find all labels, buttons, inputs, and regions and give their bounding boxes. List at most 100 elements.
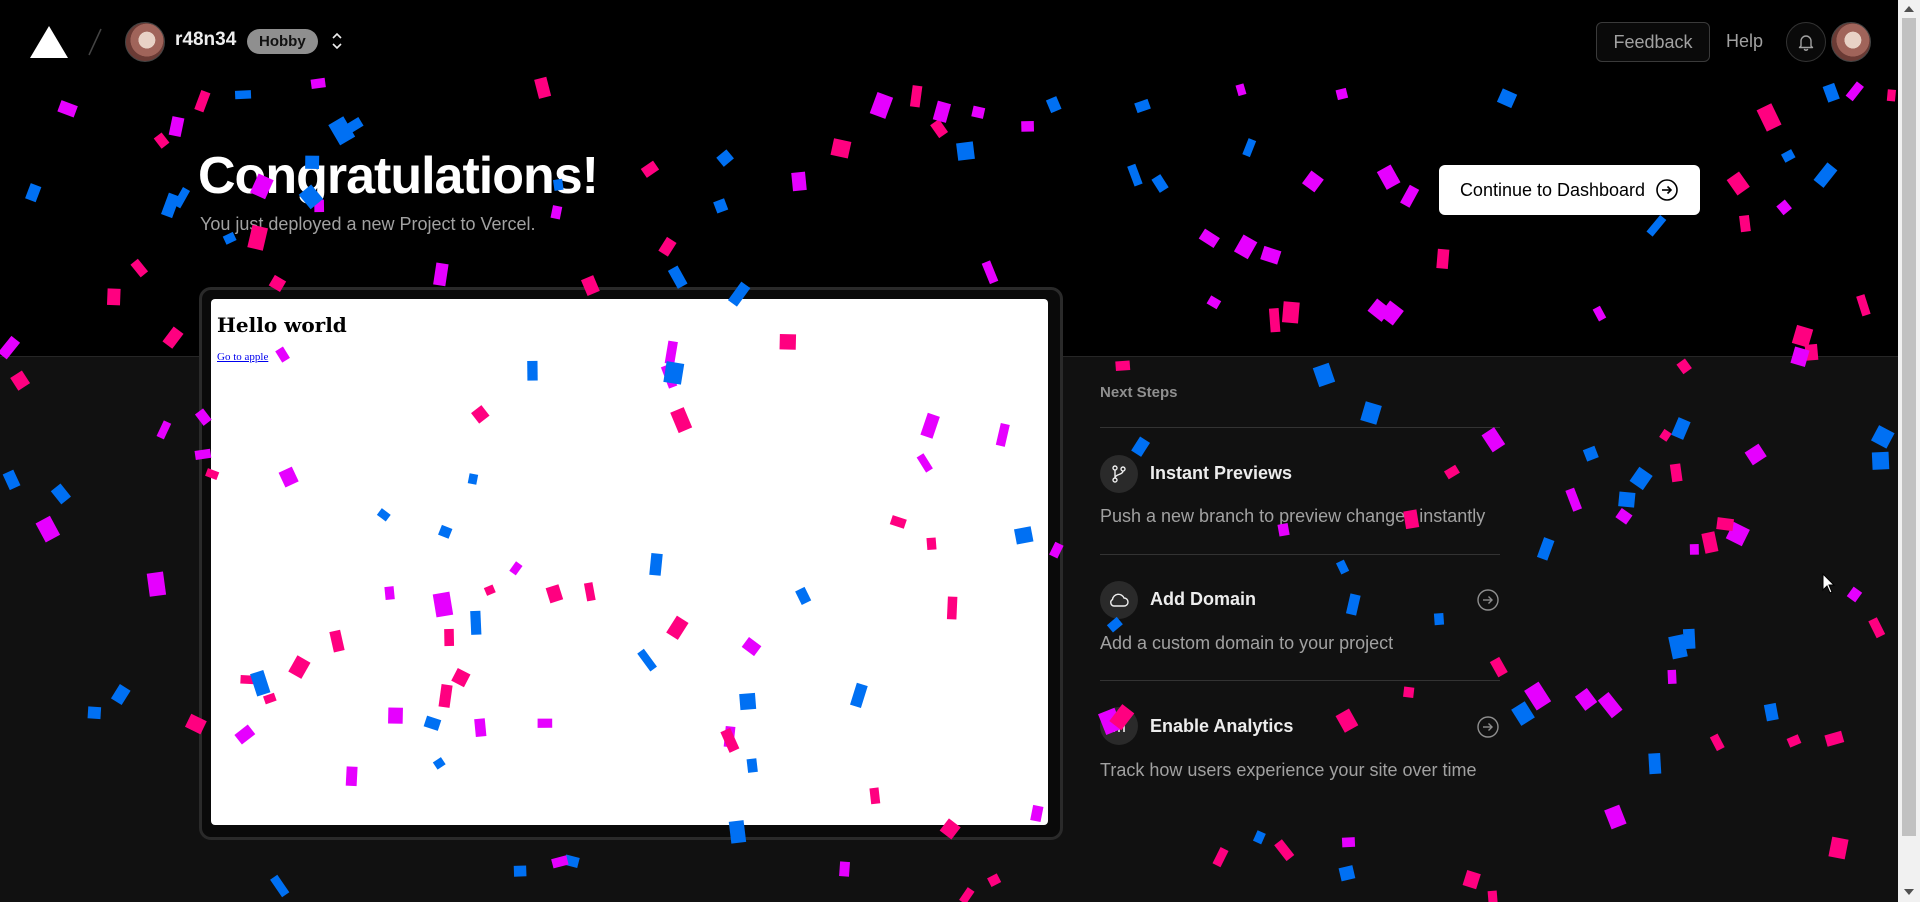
confetti-piece [1648, 752, 1662, 775]
confetti-piece [1462, 870, 1481, 890]
step-icon-wrapper [1100, 581, 1138, 619]
cloud-icon [1110, 593, 1129, 607]
arrow-right-circle-icon[interactable] [1476, 715, 1500, 739]
confetti-piece [1312, 362, 1336, 388]
notifications-button[interactable] [1786, 22, 1826, 62]
confetti-piece [1212, 847, 1229, 868]
confetti-piece [1481, 427, 1506, 453]
confetti-piece [1629, 466, 1653, 491]
confetti-piece [1524, 681, 1552, 711]
confetti-piece [1689, 544, 1699, 555]
confetti-piece [156, 420, 172, 440]
confetti-piece [1252, 830, 1266, 845]
confetti-piece [1763, 702, 1779, 722]
step-title: Add Domain [1150, 589, 1256, 609]
confetti-piece [2, 469, 21, 491]
breadcrumb-separator-icon [88, 28, 102, 56]
bar-chart-icon [1113, 721, 1125, 732]
confetti-piece [1115, 360, 1131, 372]
confetti-piece [1345, 593, 1361, 616]
bell-icon [1798, 35, 1814, 51]
confetti-piece [1668, 634, 1688, 660]
scrollbar-thumb[interactable] [1902, 18, 1916, 836]
confetti-piece [839, 861, 850, 877]
confetti-piece [1786, 734, 1802, 748]
preview-link[interactable]: Go to apple [217, 351, 268, 363]
confetti-piece [1615, 507, 1633, 525]
divider [1100, 554, 1500, 555]
confetti-piece [1360, 401, 1382, 425]
confetti-piece [1725, 521, 1750, 547]
confetti-piece [987, 873, 1002, 887]
confetti-piece [87, 706, 102, 720]
arrow-right-circle-icon [1656, 179, 1678, 201]
confetti-piece [1582, 445, 1599, 462]
continue-to-dashboard-button[interactable]: Continue to Dashboard [1439, 165, 1700, 215]
confetti-piece [1536, 537, 1555, 561]
step-title: Enable Analytics [1150, 716, 1294, 736]
confetti-piece [1824, 730, 1845, 747]
plan-badge: Hobby [247, 29, 318, 54]
step-icon-wrapper [1100, 707, 1138, 745]
vercel-logo-icon[interactable] [29, 25, 69, 59]
help-link[interactable]: Help [1726, 31, 1763, 52]
confetti-piece [1868, 617, 1886, 639]
confetti-piece [1659, 428, 1672, 442]
confetti-piece [1274, 839, 1295, 862]
confetti-piece [1667, 669, 1677, 684]
confetti-piece [1341, 837, 1356, 848]
confetti-piece [1676, 358, 1692, 375]
confetti-piece [1846, 586, 1863, 603]
confetti-piece [1716, 517, 1735, 532]
chevron-up-down-icon[interactable] [329, 29, 345, 53]
confetti-piece [1106, 616, 1123, 633]
step-description: Track how users experience your site ove… [1100, 760, 1477, 780]
confetti-piece [1870, 425, 1895, 449]
mouse-cursor-icon [1822, 573, 1836, 594]
confetti-piece [1701, 531, 1719, 554]
confetti-piece [1565, 487, 1582, 512]
confetti-piece [1403, 686, 1415, 698]
page-subtitle: You just deployed a new Project to Verce… [200, 214, 536, 234]
confetti-piece [1131, 436, 1151, 457]
confetti-piece [513, 865, 527, 877]
team-name[interactable]: r48n34 [175, 29, 236, 51]
team-avatar[interactable] [125, 22, 165, 62]
confetti-piece [35, 515, 61, 543]
confetti-piece [1744, 443, 1767, 466]
top-navbar: r48n34 Hobby Feedback Help [0, 0, 1898, 82]
arrow-right-circle-icon[interactable] [1476, 588, 1500, 612]
confetti-piece [1618, 491, 1636, 508]
confetti-piece [1871, 451, 1890, 470]
confetti-piece [50, 483, 71, 505]
step-title: Instant Previews [1150, 463, 1293, 483]
user-avatar[interactable] [1831, 22, 1871, 62]
confetti-piece [1511, 701, 1535, 726]
confetti-piece [959, 887, 975, 902]
confetti-piece [1682, 628, 1696, 650]
preview-screenshot[interactable]: Hello world Go to apple [211, 299, 1048, 825]
confetti-piece [270, 874, 290, 898]
git-branch-icon [1112, 465, 1126, 483]
confetti-piece [1671, 417, 1691, 440]
confetti-piece [1604, 804, 1627, 830]
confetti-piece [1574, 687, 1598, 711]
divider [1100, 427, 1500, 428]
page-title: Congratulations! [198, 147, 599, 205]
feedback-button[interactable]: Feedback [1596, 22, 1710, 62]
preview-heading: Hello world [217, 313, 347, 337]
confetti-piece [1489, 656, 1508, 678]
confetti-piece [110, 684, 131, 706]
vertical-scrollbar[interactable] [1898, 0, 1920, 902]
continue-label: Continue to Dashboard [1459, 179, 1646, 200]
confetti-piece [1338, 865, 1356, 882]
confetti-piece [1443, 464, 1460, 480]
confetti-piece [1828, 836, 1849, 860]
scroll-up-icon[interactable] [1903, 3, 1915, 15]
next-steps-title: Next Steps [1100, 384, 1178, 401]
confetti-piece [563, 854, 580, 869]
scroll-down-icon[interactable] [1903, 886, 1915, 898]
deployment-preview[interactable]: Hello world Go to apple [199, 287, 1063, 840]
confetti-piece [10, 370, 31, 391]
confetti-piece [1669, 463, 1683, 483]
